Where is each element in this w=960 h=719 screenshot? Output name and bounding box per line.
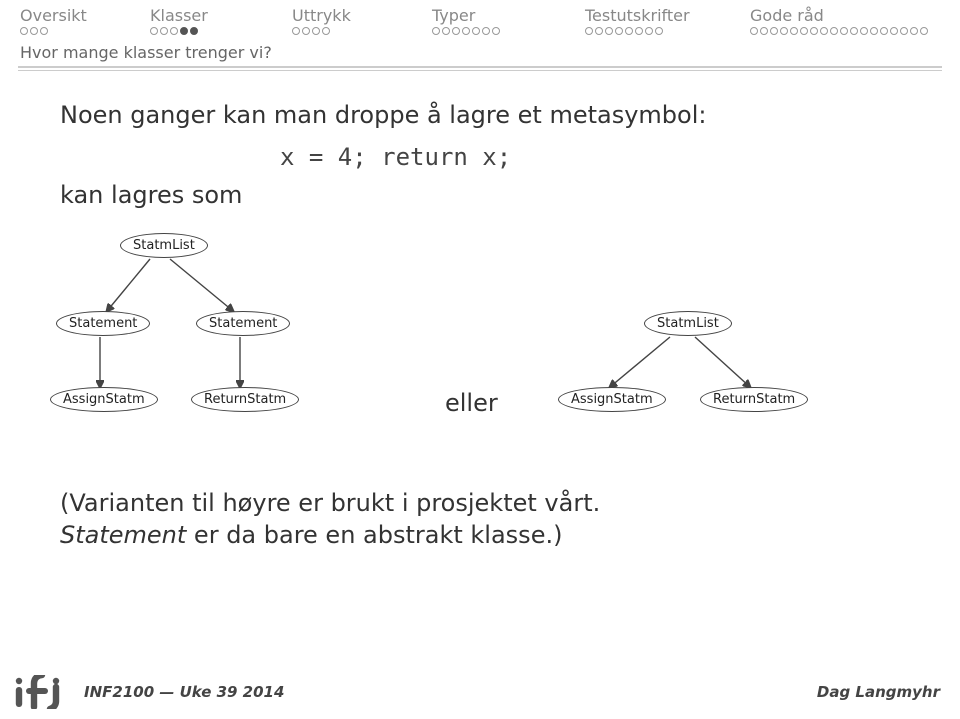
node-statement: Statement [196, 311, 290, 336]
outro-line2: er da bare en abstrakt klasse.) [186, 521, 562, 549]
progress-dot [910, 27, 918, 35]
progress-dot [170, 27, 178, 35]
progress-dots [432, 27, 585, 35]
progress-dot [770, 27, 778, 35]
progress-dot [790, 27, 798, 35]
progress-dot [312, 27, 320, 35]
progress-dot [20, 27, 28, 35]
progress-dots [150, 27, 292, 35]
progress-dot [462, 27, 470, 35]
node-returnstatm: ReturnStatm [700, 387, 808, 412]
progress-dots [292, 27, 432, 35]
progress-dot [800, 27, 808, 35]
node-statmlist: StatmList [644, 311, 732, 336]
divider [18, 66, 942, 68]
node-assignstatm: AssignStatm [50, 387, 158, 412]
nav-label: Typer [432, 6, 475, 25]
section-nav: Oversikt Klasser Uttrykk Typer Testutskr… [0, 0, 960, 37]
progress-dot [920, 27, 928, 35]
progress-dot [472, 27, 480, 35]
outro-text: (Varianten til høyre er brukt i prosjekt… [60, 487, 960, 552]
progress-dot [585, 27, 593, 35]
progress-dot [605, 27, 613, 35]
progress-dot [780, 27, 788, 35]
progress-dot [870, 27, 878, 35]
footer-course: INF2100 — Uke 39 2014 [84, 683, 284, 701]
progress-dot [595, 27, 603, 35]
node-assignstatm: AssignStatm [558, 387, 666, 412]
progress-dot [150, 27, 158, 35]
progress-dot [442, 27, 450, 35]
footer: INF2100 — Uke 39 2014 Dag Langmyhr [0, 673, 960, 719]
nav-item-uttrykk: Uttrykk [292, 6, 432, 37]
progress-dot [860, 27, 868, 35]
progress-dot [820, 27, 828, 35]
nav-label: Gode råd [750, 6, 824, 25]
node-statement: Statement [56, 311, 150, 336]
progress-dot [30, 27, 38, 35]
progress-dot [750, 27, 758, 35]
divider [18, 70, 942, 71]
stored-as-text: kan lagres som [60, 181, 960, 209]
progress-dots [20, 27, 150, 35]
progress-dot [482, 27, 490, 35]
outro-line1: (Varianten til høyre er brukt i prosjekt… [60, 489, 600, 517]
arrows-left [0, 219, 420, 469]
nav-label: Oversikt [20, 6, 87, 25]
progress-dot [830, 27, 838, 35]
outro-statement-class: Statement [60, 521, 186, 549]
progress-dot [840, 27, 848, 35]
nav-item-testutskrifter: Testutskrifter [585, 6, 750, 37]
progress-dot [160, 27, 168, 35]
progress-dot [432, 27, 440, 35]
progress-dot [880, 27, 888, 35]
progress-dot [900, 27, 908, 35]
progress-dot [760, 27, 768, 35]
progress-dot [810, 27, 818, 35]
footer-author: Dag Langmyhr [817, 683, 940, 701]
nav-item-typer: Typer [432, 6, 585, 37]
progress-dot [492, 27, 500, 35]
nav-item-klasser: Klasser [150, 6, 292, 37]
progress-dot [850, 27, 858, 35]
node-statmlist: StatmList [120, 233, 208, 258]
progress-dot [322, 27, 330, 35]
progress-dot [180, 27, 188, 35]
progress-dot [452, 27, 460, 35]
progress-dot [625, 27, 633, 35]
progress-dots [750, 27, 950, 35]
progress-dot [292, 27, 300, 35]
progress-dot [655, 27, 663, 35]
progress-dot [645, 27, 653, 35]
ifi-logo-icon [12, 675, 72, 709]
progress-dots [585, 27, 750, 35]
progress-dot [890, 27, 898, 35]
slide-subtitle: Hvor mange klasser trenger vi? [0, 37, 960, 66]
node-returnstatm: ReturnStatm [191, 387, 299, 412]
diagram-row: StatmList Statement Statement AssignStat… [0, 219, 960, 479]
nav-item-oversikt: Oversikt [20, 6, 150, 37]
nav-label: Testutskrifter [585, 6, 690, 25]
intro-text: Noen ganger kan man droppe å lagre et me… [60, 101, 960, 129]
nav-label: Uttrykk [292, 6, 351, 25]
code-snippet: x = 4; return x; [280, 143, 960, 171]
progress-dot [635, 27, 643, 35]
or-label: eller [445, 389, 498, 417]
nav-label: Klasser [150, 6, 208, 25]
progress-dot [615, 27, 623, 35]
progress-dot [302, 27, 310, 35]
nav-item-goderad: Gode råd [750, 6, 950, 37]
progress-dot [190, 27, 198, 35]
progress-dot [40, 27, 48, 35]
